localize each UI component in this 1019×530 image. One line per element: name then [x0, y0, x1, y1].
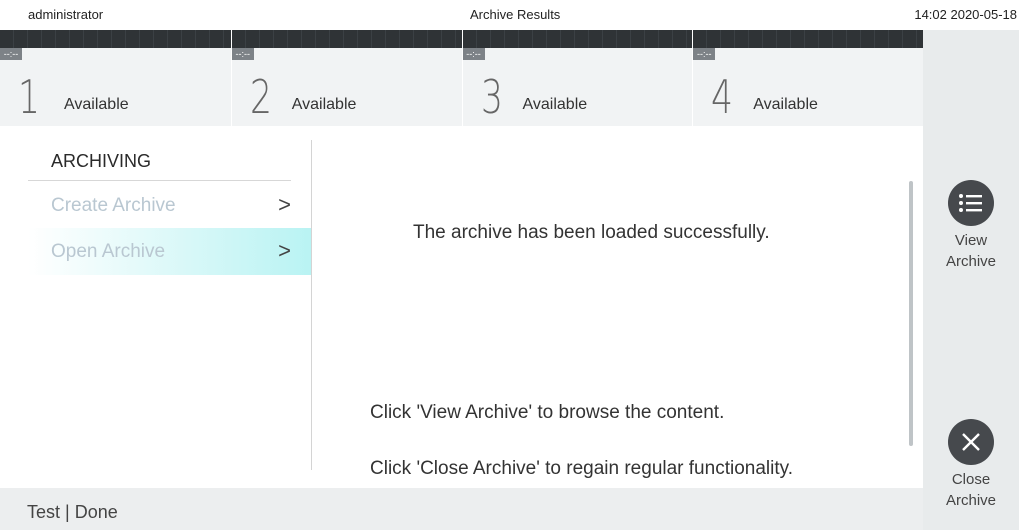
- close-archive-button[interactable]: Close Archive: [923, 419, 1019, 511]
- module-status: Available: [291, 96, 357, 113]
- close-hint: Click 'Close Archive' to regain regular …: [370, 458, 793, 479]
- chevron-right-icon: >: [278, 192, 291, 217]
- status-bar: administrator Archive Results 14:02 2020…: [0, 0, 1019, 30]
- module-tab-3[interactable]: --:-- 3 Available: [461, 30, 693, 126]
- content-area: The archive has been loaded successfully…: [312, 126, 923, 488]
- menu-section-title: ARCHIVING: [51, 151, 152, 171]
- module-number: 1: [18, 70, 40, 124]
- module-tab-2[interactable]: --:-- 2 Available: [230, 30, 462, 126]
- user-name: administrator: [28, 7, 104, 22]
- footer-bar: Test | Done: [0, 488, 923, 530]
- module-bar: --:-- 1 Available --:-- 2 Available --:-…: [0, 30, 923, 126]
- menu-item-label: Open Archive: [51, 241, 166, 262]
- module-timer: --:--: [231, 48, 254, 60]
- module-progress-stripe: [462, 30, 693, 48]
- module-progress-stripe: [693, 30, 923, 48]
- module-tab-4[interactable]: --:-- 4 Available: [692, 30, 923, 126]
- module-status: Available: [753, 96, 818, 113]
- menu-item-create-archive[interactable]: Create Archive >: [28, 182, 311, 229]
- menu-item-open-archive[interactable]: Open Archive >: [28, 228, 311, 275]
- footer-status: Test | Done: [27, 502, 118, 522]
- module-timer: --:--: [0, 48, 22, 60]
- view-archive-button[interactable]: View Archive: [923, 180, 1019, 272]
- module-status: Available: [522, 96, 588, 113]
- module-number: 3: [480, 70, 503, 124]
- chevron-right-icon: >: [278, 238, 291, 263]
- success-message: The archive has been loaded successfully…: [413, 222, 770, 243]
- module-number: 4: [711, 70, 734, 124]
- module-progress-stripe: [231, 30, 462, 48]
- view-hint: Click 'View Archive' to browse the conte…: [370, 402, 725, 423]
- module-progress-stripe: [0, 30, 231, 48]
- menu-divider: [28, 180, 291, 181]
- action-panel: View Archive Close Archive: [923, 30, 1019, 530]
- module-timer: --:--: [462, 48, 485, 60]
- scrollbar[interactable]: [909, 181, 913, 446]
- clock: 14:02 2020-05-18: [914, 7, 1017, 22]
- screen-title: Archive Results: [470, 7, 561, 22]
- module-timer: --:--: [693, 48, 716, 60]
- module-tab-1[interactable]: --:-- 1 Available: [0, 30, 231, 126]
- view-archive-label: View Archive: [945, 232, 997, 270]
- close-icon: [948, 419, 994, 465]
- menu-item-label: Create Archive: [51, 195, 176, 216]
- module-number: 2: [249, 70, 272, 124]
- module-status: Available: [64, 96, 129, 113]
- list-icon: [948, 180, 994, 226]
- archiving-menu: ARCHIVING Create Archive > Open Archive …: [0, 126, 311, 488]
- close-archive-label: Close Archive: [945, 471, 997, 509]
